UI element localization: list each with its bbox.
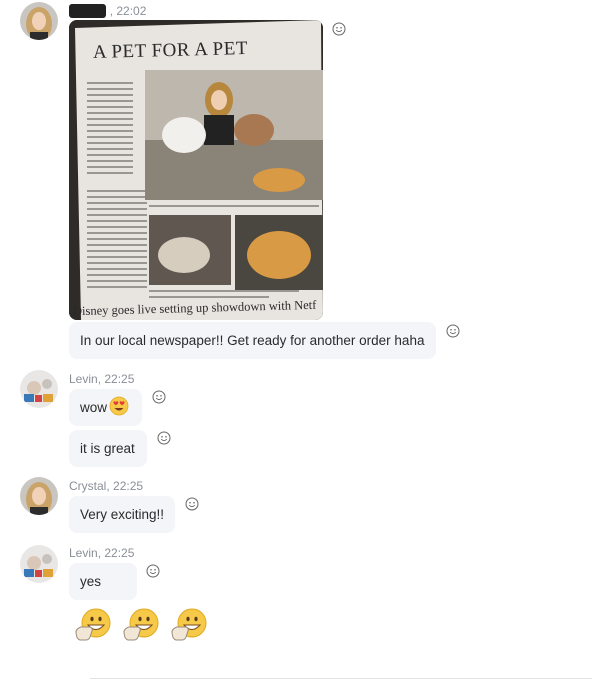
message-time: 22:25 [104, 546, 135, 560]
avatar-crystal[interactable] [20, 477, 58, 515]
newspaper-photo[interactable]: A PET FOR A PET Disney goes live setting… [69, 20, 323, 320]
message-meta: Crystal, 22:25 [69, 479, 144, 493]
smiley-reaction-icon[interactable] [446, 324, 460, 338]
message-text: yes [80, 574, 102, 589]
heart-eyes-emoji [109, 396, 129, 419]
sender-name: Crystal [69, 479, 107, 493]
avatar-levin[interactable] [20, 370, 58, 408]
grinning-thumbs-up-emoji[interactable] [169, 606, 209, 644]
newspaper-headline: A PET FOR A PET [92, 37, 249, 64]
message-time: 22:02 [116, 4, 147, 18]
composer-divider [90, 678, 592, 679]
chat-window: Crystal , 22:02 A PET FOR A PET Disney g… [0, 0, 592, 681]
sender-name: Levin [69, 546, 98, 560]
message-meta: Crystal , 22:02 [69, 4, 147, 18]
smiley-reaction-icon[interactable] [332, 22, 346, 36]
message-text: it is great [80, 441, 135, 456]
grinning-thumbs-up-emoji[interactable] [73, 606, 113, 644]
message-bubble[interactable]: wow [69, 389, 142, 426]
message-text: wow [80, 400, 108, 415]
message-time: 22:25 [104, 372, 135, 386]
avatar-levin[interactable] [20, 545, 58, 583]
grinning-thumbs-up-emoji[interactable] [121, 606, 161, 644]
message-bubble[interactable]: it is great [69, 430, 147, 467]
message-bubble[interactable]: In our local newspaper!! Get ready for a… [69, 322, 436, 359]
message-text: In our local newspaper!! Get ready for a… [80, 333, 425, 348]
smiley-reaction-icon[interactable] [185, 497, 199, 511]
avatar-crystal[interactable] [20, 2, 58, 40]
message-bubble[interactable]: Very exciting!! [69, 496, 175, 533]
message-time: 22:25 [113, 479, 144, 493]
message-meta: Levin, 22:25 [69, 372, 135, 386]
message-text: Very exciting!! [80, 507, 165, 522]
sender-name: Crystal [69, 4, 107, 18]
smiley-reaction-icon[interactable] [157, 431, 171, 445]
smiley-reaction-icon[interactable] [146, 564, 160, 578]
smiley-reaction-icon[interactable] [152, 390, 166, 404]
sender-name: Levin [69, 372, 98, 386]
message-meta: Levin, 22:25 [69, 546, 135, 560]
message-bubble[interactable]: yes [69, 563, 137, 600]
